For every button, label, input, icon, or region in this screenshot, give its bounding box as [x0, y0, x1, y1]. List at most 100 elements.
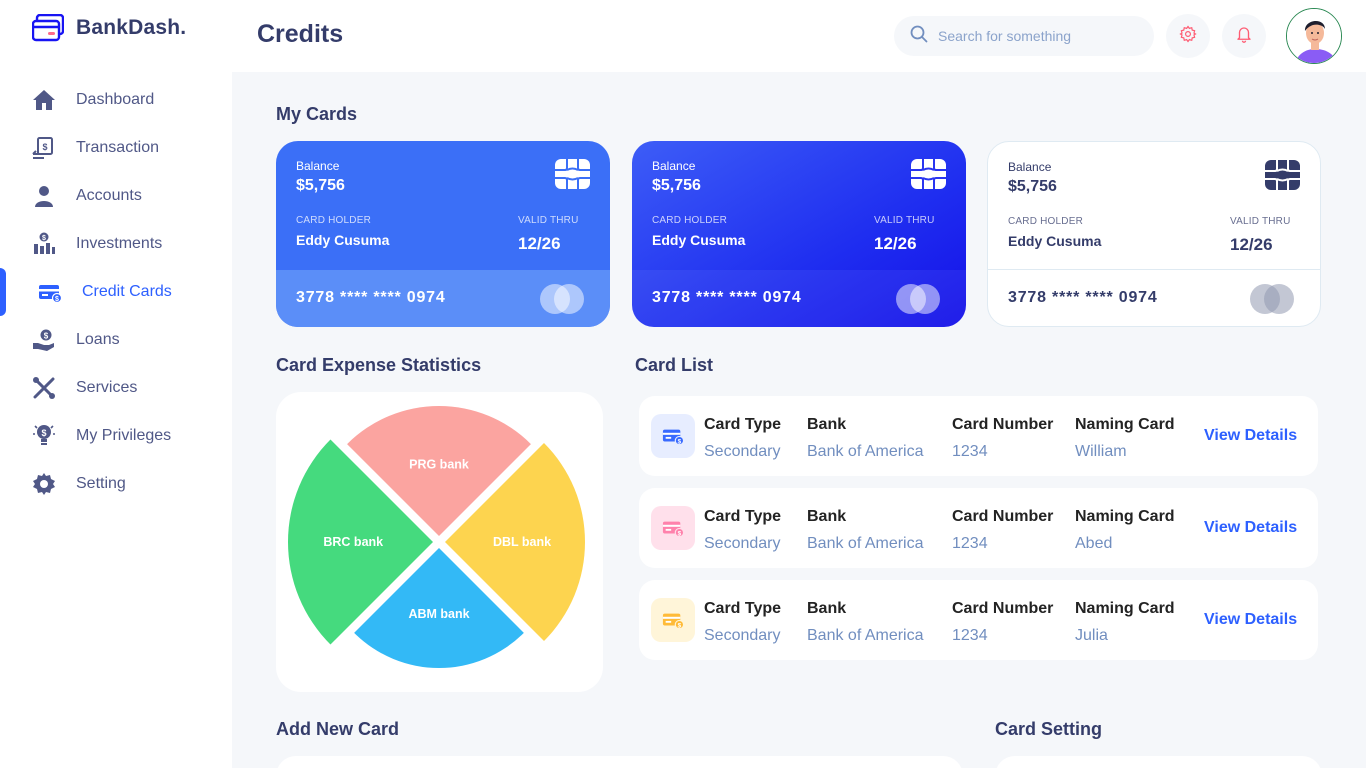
sidebar-item-privileges[interactable]: $ My Privileges — [0, 412, 232, 460]
sidebar-item-credit-cards[interactable]: $ Credit Cards — [0, 268, 232, 316]
card-type-value: Secondary — [704, 443, 781, 460]
card-number: 3778 **** **** 0974 — [1008, 289, 1158, 306]
investment-icon: $ — [32, 232, 56, 256]
balance-label: Balance — [652, 159, 696, 173]
card-brand-icon — [896, 284, 942, 314]
sidebar-item-services[interactable]: Services — [0, 364, 232, 412]
privileges-icon: $ — [32, 424, 56, 448]
card-number: 3778 **** **** 0974 — [296, 289, 446, 306]
view-details-link[interactable]: View Details — [1204, 519, 1297, 537]
notifications-button[interactable] — [1222, 14, 1266, 58]
valid-thru-value: 12/26 — [1230, 235, 1273, 254]
loan-icon: $ — [32, 328, 56, 352]
card-footer: 3778 **** **** 0974 — [276, 270, 610, 327]
card-type-header: Card Type — [704, 508, 782, 525]
sidebar: BankDash. Dashboard $ Transaction Accoun… — [0, 0, 232, 768]
sidebar-item-transaction[interactable]: $ Transaction — [0, 124, 232, 172]
bank-col: Bank Bank of America — [807, 508, 924, 553]
sidebar-item-label: Transaction — [76, 139, 159, 156]
balance-label: Balance — [296, 159, 340, 173]
sidebar-item-loans[interactable]: $ Loans — [0, 316, 232, 364]
pie-slice-label: BRC bank — [323, 535, 383, 549]
sidebar-item-label: My Privileges — [76, 427, 172, 444]
sidebar-item-label: Loans — [76, 331, 120, 348]
card-holder-label: CARD HOLDER — [652, 215, 727, 226]
sidebar-item-dashboard[interactable]: Dashboard — [0, 76, 232, 124]
balance-value: $5,756 — [296, 177, 345, 194]
card-holder-name: Eddy Cusuma — [1008, 233, 1102, 249]
view-details-link[interactable]: View Details — [1204, 427, 1297, 445]
card-list-title: Card List — [635, 355, 714, 375]
my-cards-title: My Cards — [276, 104, 358, 124]
valid-thru-label: VALID THRU — [518, 215, 579, 226]
credit-card[interactable]: Balance $5,756 CARD HOLDER Eddy Cusuma V… — [276, 141, 610, 327]
bank-header: Bank — [807, 508, 847, 525]
bell-icon — [1235, 25, 1253, 48]
pie-slice-label: DBL bank — [493, 535, 551, 549]
naming-card-col: Naming Card Abed — [1075, 508, 1175, 553]
credit-card[interactable]: Balance $5,756 CARD HOLDER Eddy Cusuma V… — [987, 141, 1321, 327]
svg-text:$: $ — [678, 530, 682, 537]
card-type-value: Secondary — [704, 627, 781, 644]
card-number-header: Card Number — [952, 600, 1054, 617]
sidebar-item-label: Services — [76, 379, 138, 396]
sidebar-item-label: Investments — [76, 235, 163, 252]
card-list-icon: $ — [651, 506, 695, 550]
chip-icon — [555, 159, 590, 194]
card-setting-title: Card Setting — [995, 719, 1103, 739]
sidebar-item-setting[interactable]: Setting — [0, 460, 232, 508]
bank-value: Bank of America — [807, 535, 924, 552]
card-number-value: 1234 — [952, 535, 988, 552]
naming-card-value: Julia — [1075, 627, 1108, 644]
chip-icon — [911, 159, 946, 194]
balance-value: $5,756 — [1008, 178, 1057, 195]
expense-pie-panel: PRG bank DBL bank ABM bank BRC bank — [276, 392, 603, 692]
svg-text:$: $ — [41, 428, 46, 438]
card-brand-icon — [1250, 284, 1296, 314]
card-list-row: $ Card Type Secondary Bank Bank of Ameri… — [639, 396, 1318, 476]
card-number-value: 1234 — [952, 443, 988, 460]
valid-thru-label: VALID THRU — [874, 215, 935, 226]
add-new-card-title: Add New Card — [276, 719, 400, 739]
valid-thru-value: 12/26 — [874, 234, 917, 253]
card-list-icon: $ — [651, 414, 695, 458]
search-box[interactable] — [894, 16, 1154, 56]
pie-slice-label: ABM bank — [408, 607, 469, 621]
card-number-col: Card Number 1234 — [952, 416, 1053, 461]
balance-value: $5,756 — [652, 177, 701, 194]
card-holder-label: CARD HOLDER — [1008, 216, 1083, 227]
bank-header: Bank — [807, 600, 847, 617]
card-list-row: $ Card Type Secondary Bank Bank of Ameri… — [639, 488, 1318, 568]
sidebar-item-label: Credit Cards — [82, 283, 172, 300]
credit-card[interactable]: Balance $5,756 CARD HOLDER Eddy Cusuma V… — [632, 141, 966, 327]
avatar[interactable] — [1286, 8, 1342, 64]
naming-card-col: Naming Card William — [1075, 416, 1175, 461]
card-number-col: Card Number 1234 — [952, 600, 1053, 645]
naming-card-value: William — [1075, 443, 1127, 460]
card-footer: 3778 **** **** 0974 — [988, 269, 1320, 326]
home-icon — [32, 88, 56, 112]
user-icon — [32, 184, 56, 208]
card-type-header: Card Type — [704, 416, 782, 433]
svg-text:$: $ — [55, 296, 59, 303]
search-input[interactable] — [938, 28, 1138, 44]
card-footer: 3778 **** **** 0974 — [632, 270, 966, 327]
naming-card-header: Naming Card — [1075, 416, 1175, 433]
logo-icon — [32, 14, 64, 42]
card-type-col: Card Type Secondary — [704, 416, 781, 461]
sidebar-item-label: Accounts — [76, 187, 142, 204]
sidebar-item-investments[interactable]: $ Investments — [0, 220, 232, 268]
sidebar-item-accounts[interactable]: Accounts — [0, 172, 232, 220]
card-setting-panel — [995, 756, 1322, 768]
sidebar-item-label: Dashboard — [76, 91, 155, 108]
active-indicator — [0, 268, 6, 316]
credit-card-icon: $ — [38, 280, 62, 304]
card-holder-label: CARD HOLDER — [296, 215, 371, 226]
bank-value: Bank of America — [807, 443, 924, 460]
logo[interactable]: BankDash. — [32, 14, 186, 42]
naming-card-value: Abed — [1075, 535, 1113, 552]
view-details-link[interactable]: View Details — [1204, 611, 1297, 629]
card-list-icon: $ — [651, 598, 695, 642]
sidebar-item-label: Setting — [76, 475, 126, 492]
settings-button[interactable] — [1166, 14, 1210, 58]
